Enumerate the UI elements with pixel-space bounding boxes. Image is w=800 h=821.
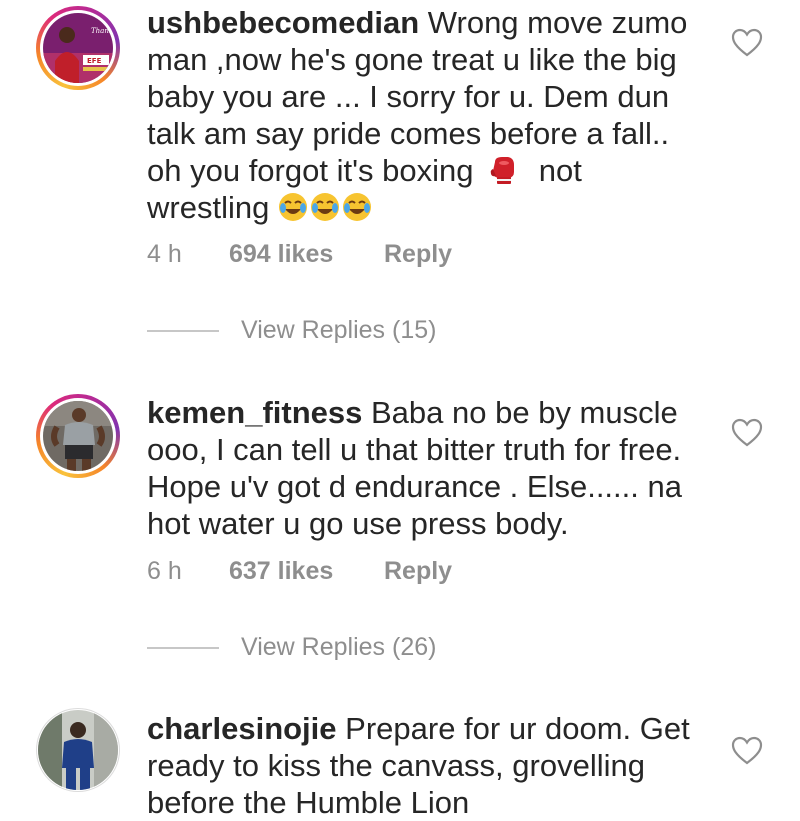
comment-text: charlesinojie Prepare for ur doom. Get r…: [147, 710, 707, 821]
comment-meta: 6 h 637 likes Reply: [147, 557, 452, 586]
comment-time: 6 h: [147, 557, 182, 585]
avatar-story-ring[interactable]: [36, 394, 120, 478]
avatar-badge: EFE: [87, 57, 102, 65]
comment-username[interactable]: kemen_fitness: [147, 395, 362, 430]
avatar[interactable]: [43, 401, 113, 471]
like-heart-icon[interactable]: [731, 418, 763, 448]
comment-time: 4 h: [147, 240, 182, 268]
comment-username[interactable]: ushbebecomedian: [147, 5, 419, 40]
comment-likes[interactable]: 637 likes: [229, 557, 384, 586]
reply-button[interactable]: Reply: [384, 557, 452, 586]
like-heart-icon[interactable]: [731, 28, 763, 58]
avatar-image: Thank You EFE: [43, 13, 113, 83]
view-replies-label: View Replies (26): [241, 633, 437, 661]
view-replies-button[interactable]: View Replies (26): [147, 633, 436, 662]
comment-meta: 4 h 694 likes Reply: [147, 240, 452, 269]
avatar-caption: Thank You: [91, 27, 113, 35]
view-replies-button[interactable]: View Replies (15): [147, 316, 436, 345]
comment-likes[interactable]: 694 likes: [229, 240, 384, 269]
reply-button[interactable]: Reply: [384, 240, 452, 269]
avatar-image: [43, 401, 113, 471]
boxing-glove-icon: [490, 156, 516, 186]
comment-text: ushbebecomedian Wrong move zumo man ,now…: [147, 4, 707, 226]
comment-username[interactable]: charlesinojie: [147, 711, 337, 746]
avatar[interactable]: Thank You EFE: [43, 13, 113, 83]
replies-divider: [147, 646, 219, 649]
avatar-story-ring[interactable]: Thank You EFE: [36, 6, 120, 90]
view-replies-label: View Replies (15): [241, 316, 437, 344]
like-heart-icon[interactable]: [731, 736, 763, 766]
comment-text: kemen_fitness Baba no be by muscle ooo, …: [147, 394, 707, 542]
avatar-image: [38, 710, 118, 790]
replies-divider: [147, 329, 219, 332]
face-with-tears-of-joy-icon: [278, 190, 374, 225]
avatar-ring[interactable]: [36, 708, 120, 792]
avatar[interactable]: [38, 710, 118, 790]
